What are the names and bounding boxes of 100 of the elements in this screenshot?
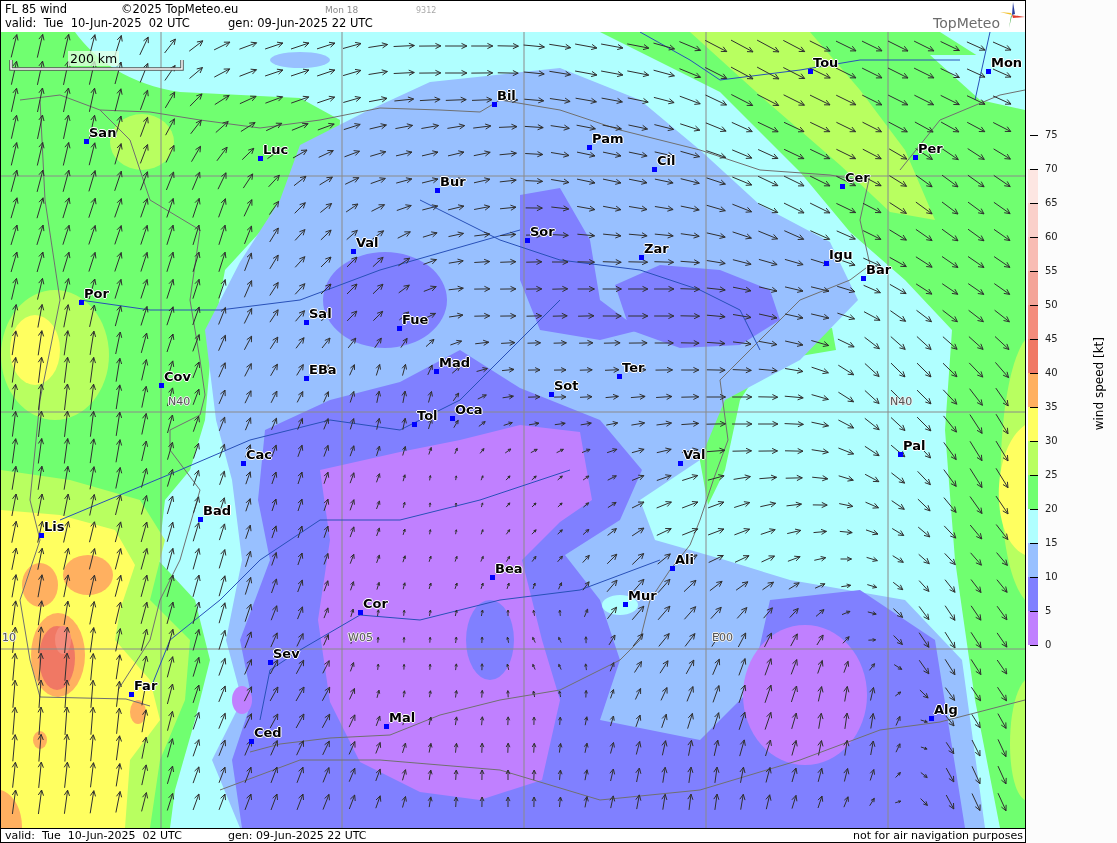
city-label: Pal [903, 438, 926, 454]
city-label: Mur [628, 588, 657, 604]
city-label: Cer [845, 170, 870, 186]
city-marker-icon [435, 188, 440, 193]
city-label: Zar [644, 241, 669, 257]
city-marker-icon [492, 102, 497, 107]
city-marker-icon [861, 276, 866, 281]
disclaimer-text: not for air navigation purposes [853, 829, 1023, 842]
city-label: Bil [497, 88, 516, 104]
city-label: Cov [164, 369, 191, 385]
city-label: Bur [440, 174, 466, 190]
city-marker-icon [412, 422, 417, 427]
city-label: Bar [866, 262, 892, 278]
city-label: Bea [495, 561, 523, 577]
city-label: Mal [389, 710, 416, 726]
map-title: FL 85 wind [5, 2, 69, 16]
city-label: Sot [554, 378, 579, 394]
city-label: Mon [991, 55, 1023, 71]
city-marker-icon [129, 692, 134, 697]
scale-label: 200 km [68, 51, 120, 66]
city-marker-icon [549, 392, 554, 397]
tick-label: 75 [1030, 129, 1088, 141]
city-label: Sal [309, 306, 332, 322]
city-label: San [89, 125, 117, 141]
city-marker-icon [617, 374, 622, 379]
city-marker-icon [670, 566, 675, 571]
city-label: Luc [263, 142, 289, 158]
city-marker-icon [652, 167, 657, 172]
city-marker-icon [249, 739, 254, 744]
grid-label: N40 [890, 396, 913, 408]
city-marker-icon [198, 517, 203, 522]
city-label: EBa [309, 362, 337, 378]
tick-label: 0 [1030, 639, 1088, 651]
city-marker-icon [268, 660, 273, 665]
city-label: Oca [455, 402, 483, 418]
tick-label: 55 [1030, 265, 1088, 277]
generated-time: gen: 09-Jun-2025 22 UTC [228, 16, 373, 30]
city-marker-icon [79, 300, 84, 305]
city-marker-icon [397, 326, 402, 331]
city-marker-icon [808, 69, 813, 74]
tick-label: 65 [1030, 197, 1088, 209]
tick-label: 15 [1030, 537, 1088, 549]
city-marker-icon [929, 716, 934, 721]
city-marker-icon [525, 238, 530, 243]
tick-label: 5 [1030, 605, 1088, 617]
city-marker-icon [898, 452, 903, 457]
city-label: Lis [44, 519, 65, 535]
city-marker-icon [450, 416, 455, 421]
city-marker-icon [490, 575, 495, 580]
city-label: Sor [530, 224, 555, 240]
tick-label: 70 [1030, 163, 1088, 175]
city-marker-icon [258, 156, 263, 161]
city-marker-icon [304, 376, 309, 381]
city-label: Per [918, 141, 943, 157]
city-label: Pam [592, 131, 624, 147]
city-marker-icon [678, 461, 683, 466]
tick-label: 50 [1030, 299, 1088, 311]
city-label: Ali [675, 552, 694, 568]
city-label: Far [134, 678, 158, 694]
city-marker-icon [384, 724, 389, 729]
city-marker-icon [913, 155, 918, 160]
logo-text: TopMeteo [933, 15, 1000, 31]
city-marker-icon [840, 184, 845, 189]
valid-time: valid: Tue 10-Jun-2025 02 UTC [5, 16, 191, 30]
city-label: Ced [254, 725, 282, 741]
grid-label: N40 [168, 396, 191, 408]
city-marker-icon [84, 139, 89, 144]
tick-label: 20 [1030, 503, 1088, 515]
city-label: Por [84, 286, 109, 302]
city-label: Cac [246, 447, 273, 463]
city-label: Cil [657, 153, 676, 169]
city-label: Mad [439, 355, 470, 371]
city-marker-icon [639, 255, 644, 260]
copyright-text: ©2025 TopMeteo.eu [121, 2, 240, 16]
city-label: Igu [829, 247, 853, 263]
city-marker-icon [824, 261, 829, 266]
city-label: Sev [273, 646, 300, 662]
city-label: Cor [363, 596, 388, 612]
city-label: Fue [402, 312, 429, 328]
city-marker-icon [241, 461, 246, 466]
city-label: Alg [934, 702, 958, 718]
tick-label: 45 [1030, 333, 1088, 345]
city-marker-icon [304, 320, 309, 325]
city-marker-icon [39, 533, 44, 538]
city-marker-icon [351, 249, 356, 254]
city-label: Val [356, 235, 379, 251]
tick-label: 60 [1030, 231, 1088, 243]
tick-label: 25 [1030, 469, 1088, 481]
run-label: Mon 18 [325, 4, 360, 17]
tick-label: 30 [1030, 435, 1088, 447]
grid-label: W05 [348, 632, 373, 644]
generated-time: gen: 09-Jun-2025 22 UTC [228, 829, 367, 842]
city-label: Tol [417, 408, 438, 424]
legend-title: wind speed [kt] [1092, 337, 1106, 431]
city-marker-icon [434, 369, 439, 374]
city-marker-icon [986, 69, 991, 74]
tick-label: 35 [1030, 401, 1088, 413]
compass-star-icon [1000, 2, 1025, 28]
city-marker-icon [159, 383, 164, 388]
city-label: Bad [203, 503, 231, 519]
